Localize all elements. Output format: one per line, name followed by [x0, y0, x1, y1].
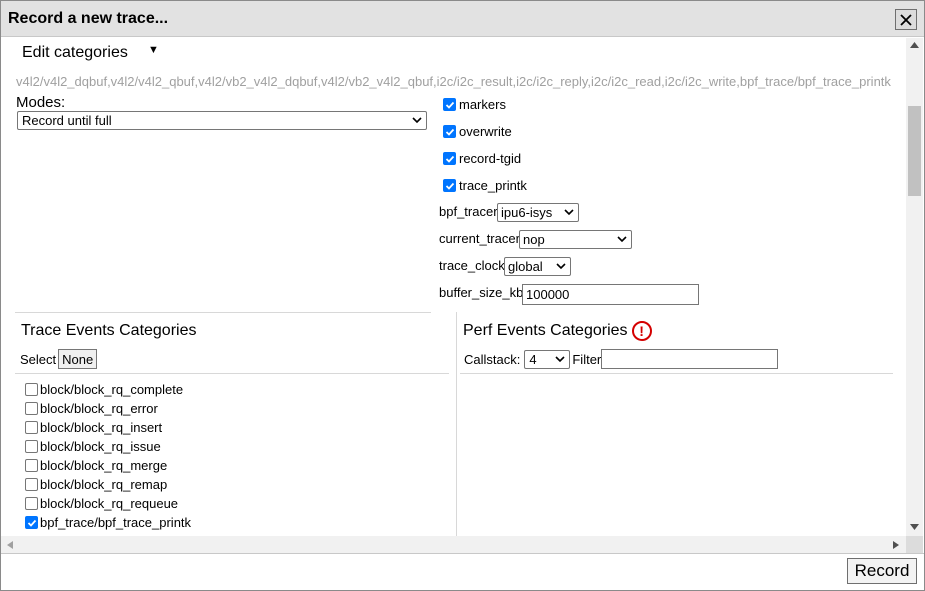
modes-selected-value: Record until full [22, 113, 112, 128]
category-label: block/block_rq_issue [40, 439, 161, 454]
check-icon [445, 128, 454, 136]
checkbox-unchecked[interactable] [25, 421, 38, 434]
callstack-value: 4 [529, 351, 537, 367]
trace-clock-select[interactable]: global [504, 257, 571, 276]
select-label: Select [20, 351, 57, 367]
current-tracer-label: current_tracer [439, 231, 520, 246]
trace-events-pane: Trace Events Categories Select None bloc… [15, 312, 451, 536]
check-icon [445, 155, 454, 163]
dialog-titlebar: Record a new trace... [1, 1, 924, 37]
checkbox-unchecked[interactable] [25, 440, 38, 453]
divider [460, 373, 893, 374]
callstack-label: Callstack: [464, 351, 521, 367]
list-item[interactable]: block/block_rq_requeue [25, 494, 445, 513]
option-label: overwrite [459, 124, 512, 139]
option-overwrite[interactable]: overwrite [443, 124, 512, 139]
close-button[interactable] [895, 9, 917, 30]
option-record-tgid[interactable]: record-tgid [443, 151, 521, 166]
checkbox-checked[interactable] [443, 125, 456, 138]
option-label: trace_printk [459, 178, 527, 193]
chevron-down-icon [564, 209, 574, 216]
list-item[interactable]: block/block_rq_error [25, 399, 445, 418]
record-trace-dialog: Record a new trace... Edit categories ▼ … [0, 0, 925, 591]
chevron-down-icon [555, 355, 565, 362]
perf-events-title: Perf Events Categories [463, 322, 628, 339]
select-row: Select None [20, 349, 98, 369]
triangle-down-icon[interactable]: ▼ [148, 44, 159, 56]
dialog-title: Record a new trace... [8, 10, 169, 27]
list-item[interactable]: block/block_rq_merge [25, 456, 445, 475]
trace-events-title: Trace Events Categories [21, 322, 197, 339]
trace-clock-label: trace_clock [439, 258, 505, 273]
chevron-down-icon [412, 117, 422, 124]
filter-label: Filter [572, 351, 602, 367]
category-label: block/block_rq_remap [40, 477, 168, 492]
checkbox-checked[interactable] [443, 152, 456, 165]
trace-category-list: block/block_rq_complete block/block_rq_e… [25, 380, 445, 532]
category-label: block/block_rq_error [40, 401, 158, 416]
bpf-tracer-value: ipu6-isys [501, 205, 553, 220]
scroll-up-icon[interactable] [910, 42, 919, 48]
record-button[interactable]: Record [847, 558, 917, 584]
checkbox-unchecked[interactable] [25, 497, 38, 510]
dialog-footer: Record [1, 553, 924, 590]
check-icon [445, 101, 454, 109]
callstack-select[interactable]: 4 [524, 349, 571, 369]
trace-clock-value: global [508, 259, 543, 274]
scroll-down-icon[interactable] [910, 524, 919, 530]
chevron-down-icon [556, 263, 566, 270]
perf-events-header: Perf Events Categories ! [463, 321, 652, 341]
list-item[interactable]: bpf_trace/bpf_trace_printk [25, 513, 445, 532]
list-item[interactable]: block/block_rq_issue [25, 437, 445, 456]
category-label: block/block_rq_insert [40, 420, 163, 435]
scroll-left-icon[interactable] [7, 541, 13, 549]
divider [15, 312, 431, 313]
checkbox-checked[interactable] [443, 179, 456, 192]
current-tracer-select[interactable]: nop [519, 230, 632, 249]
scroll-right-icon[interactable] [893, 541, 899, 549]
checkbox-unchecked[interactable] [25, 383, 38, 396]
option-trace-printk[interactable]: trace_printk [443, 178, 527, 193]
modes-label: Modes: [16, 94, 66, 111]
callstack-row: Callstack: 4 Filter [464, 349, 779, 369]
horizontal-scrollbar[interactable] [1, 536, 906, 553]
perf-events-pane: Perf Events Categories ! Callstack: 4 Fi… [456, 312, 893, 536]
list-item[interactable]: block/block_rq_complete [25, 380, 445, 399]
category-label: bpf_trace/bpf_trace_printk [40, 515, 192, 530]
bpf-tracer-label: bpf_tracer [439, 204, 498, 219]
checkbox-unchecked[interactable] [25, 402, 38, 415]
list-item[interactable]: block/block_rq_remap [25, 475, 445, 494]
filter-input[interactable] [601, 349, 779, 369]
scroll-corner [906, 536, 923, 553]
checkbox-checked[interactable] [443, 98, 456, 111]
buffer-size-input[interactable]: 100000 [522, 284, 699, 305]
category-label: block/block_rq_complete [40, 382, 184, 397]
modes-select[interactable]: Record until full [17, 111, 427, 130]
list-item[interactable]: block/block_rq_insert [25, 418, 445, 437]
check-icon [27, 519, 36, 527]
scrollbar-thumb[interactable] [908, 106, 921, 196]
select-none-button[interactable]: None [58, 349, 98, 369]
category-label: block/block_rq_merge [40, 458, 168, 473]
warning-icon[interactable]: ! [631, 321, 652, 341]
categories-string: v4l2/v4l2_dqbuf,v4l2/v4l2_qbuf,v4l2/vb2_… [16, 74, 891, 89]
option-label: markers [459, 97, 506, 112]
option-markers[interactable]: markers [443, 97, 506, 112]
checkbox-unchecked[interactable] [25, 478, 38, 491]
divider [15, 373, 449, 374]
close-icon [900, 13, 912, 26]
check-icon [445, 182, 454, 190]
current-tracer-value: nop [523, 232, 545, 247]
dialog-content: Edit categories ▼ v4l2/v4l2_dqbuf,v4l2/v… [1, 38, 906, 536]
edit-categories-toggle[interactable]: Edit categories [22, 44, 128, 62]
bpf-tracer-select[interactable]: ipu6-isys [497, 203, 579, 222]
category-label: block/block_rq_requeue [40, 496, 179, 511]
option-label: record-tgid [459, 151, 522, 166]
chevron-down-icon [617, 236, 627, 243]
checkbox-unchecked[interactable] [25, 459, 38, 472]
vertical-scrollbar[interactable] [906, 38, 923, 536]
checkbox-checked[interactable] [25, 516, 38, 529]
buffer-size-label: buffer_size_kb [439, 285, 524, 300]
